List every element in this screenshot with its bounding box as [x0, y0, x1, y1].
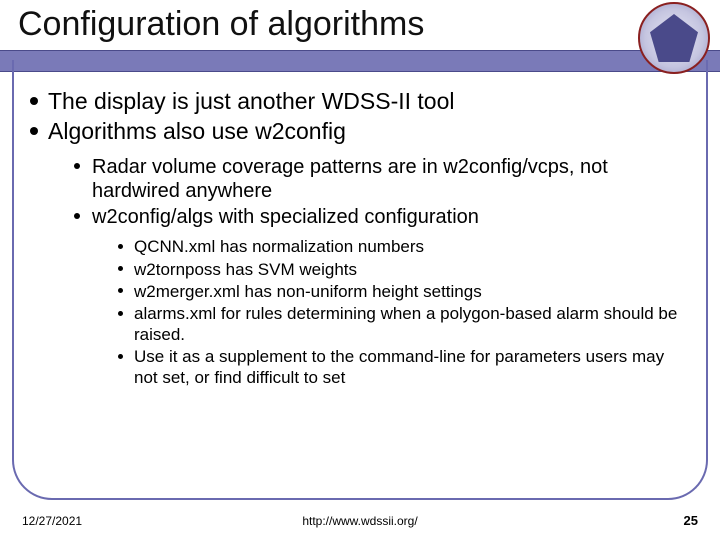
bullet-level1: The display is just another WDSS-II tool: [30, 88, 690, 116]
bullet-level1: Algorithms also use w2config: [30, 118, 690, 146]
title-bar: [0, 50, 720, 72]
logo-icon: [650, 14, 698, 62]
bullet-level3: Use it as a supplement to the command-li…: [118, 347, 690, 388]
bullet-text: Radar volume coverage patterns are in w2…: [92, 156, 608, 202]
bullet-text: w2tornposs has SVM weights: [134, 260, 357, 279]
bullet-level2: w2config/algs with specialized configura…: [74, 205, 690, 229]
footer-page: 25: [684, 513, 698, 528]
bullet-level2: Radar volume coverage patterns are in w2…: [74, 155, 690, 203]
bullet-text: w2config/algs with specialized configura…: [92, 206, 479, 228]
bullet-level3: w2tornposs has SVM weights: [118, 260, 690, 280]
bullet-text: The display is just another WDSS-II tool: [48, 88, 455, 114]
nssl-logo: [638, 2, 710, 74]
bullet-text: w2merger.xml has non-uniform height sett…: [134, 282, 482, 301]
content-body: The display is just another WDSS-II tool…: [30, 88, 690, 390]
bullet-level3: QCNN.xml has normalization numbers: [118, 237, 690, 257]
footer-url: http://www.wdssii.org/: [0, 514, 720, 528]
bullet-text: alarms.xml for rules determining when a …: [134, 304, 677, 343]
bullet-text: Use it as a supplement to the command-li…: [134, 347, 664, 386]
subsublist: QCNN.xml has normalization numbers w2tor…: [30, 237, 690, 388]
sublist: Radar volume coverage patterns are in w2…: [30, 155, 690, 229]
slide: Configuration of algorithms The display …: [0, 0, 720, 540]
bullet-text: Algorithms also use w2config: [48, 118, 346, 144]
slide-title: Configuration of algorithms: [18, 5, 424, 44]
bullet-level3: alarms.xml for rules determining when a …: [118, 304, 690, 345]
bullet-text: QCNN.xml has normalization numbers: [134, 237, 424, 256]
bullet-level3: w2merger.xml has non-uniform height sett…: [118, 282, 690, 302]
